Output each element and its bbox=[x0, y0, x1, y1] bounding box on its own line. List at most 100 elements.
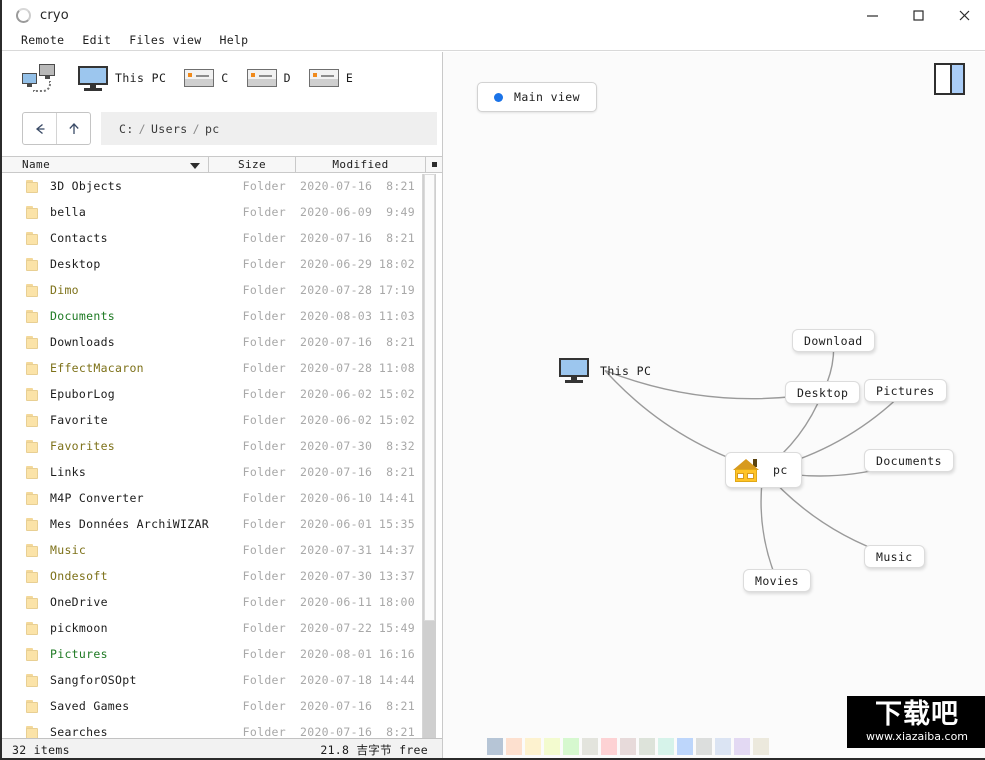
file-name-cell: Mes Données ArchiWIZARD··· bbox=[2, 517, 209, 531]
file-modified-time: 15:02 bbox=[378, 413, 415, 427]
palette-swatch-11[interactable] bbox=[677, 738, 693, 755]
table-row[interactable]: Dimo Folder 2020-07-28 17:19 bbox=[2, 277, 421, 303]
graph-node-desktop[interactable]: Desktop bbox=[785, 381, 861, 404]
file-name-label: OneDrive bbox=[50, 595, 108, 609]
file-name-label: Searches bbox=[50, 725, 108, 738]
palette-swatch-8[interactable] bbox=[620, 738, 636, 755]
menu-item-edit[interactable]: Edit bbox=[73, 31, 120, 50]
column-header-name-label: Name bbox=[22, 158, 51, 171]
table-row[interactable]: Pictures Folder 2020-08-01 16:16 bbox=[2, 641, 421, 667]
place-this-pc[interactable]: This PC bbox=[78, 65, 166, 91]
file-name-label: Documents bbox=[50, 309, 116, 323]
file-list-scrollbar-thumb[interactable] bbox=[424, 174, 435, 621]
graph-node-music[interactable]: Music bbox=[864, 545, 925, 568]
palette-swatch-6[interactable] bbox=[582, 738, 598, 755]
table-row[interactable]: 3D Objects Folder 2020-07-16 8:21 bbox=[2, 173, 421, 199]
place-drive-e[interactable]: E bbox=[308, 69, 353, 87]
palette-swatch-4[interactable] bbox=[544, 738, 560, 755]
file-modified-time: 14:44 bbox=[378, 673, 415, 687]
table-row[interactable]: Mes Données ArchiWIZARD··· Folder 2020-06-… bbox=[2, 511, 421, 537]
table-row[interactable]: OneDrive Folder 2020-06-11 18:00 bbox=[2, 589, 421, 615]
maximize-icon[interactable] bbox=[895, 0, 941, 31]
file-modified-time: 18:00 bbox=[378, 595, 415, 609]
table-row[interactable]: Downloads Folder 2020-07-16 8:21 bbox=[2, 329, 421, 355]
table-row[interactable]: Saved Games Folder 2020-07-16 8:21 bbox=[2, 693, 421, 719]
file-list[interactable]: 3D Objects Folder 2020-07-16 8:21 bella Folde… bbox=[2, 173, 421, 738]
file-size-cell: Folder bbox=[242, 569, 286, 583]
table-row[interactable]: EffectMacaron Folder 2020-07-28 11:08 bbox=[2, 355, 421, 381]
graph-node-movies[interactable]: Movies bbox=[743, 569, 811, 592]
menu-item-remote[interactable]: Remote bbox=[12, 31, 73, 50]
color-palette[interactable] bbox=[487, 738, 769, 755]
graph-pane[interactable]: Main view This PC pc Download Desktop Pi… bbox=[443, 52, 985, 760]
file-modified-cell: 2020-06-02 15:02 bbox=[296, 413, 421, 427]
main-view-chip[interactable]: Main view bbox=[477, 82, 597, 112]
table-row[interactable]: Music Folder 2020-07-31 14:37 bbox=[2, 537, 421, 563]
file-name-label: 3D Objects bbox=[50, 179, 123, 193]
place-drive-d[interactable]: D bbox=[246, 69, 291, 87]
minimize-icon[interactable] bbox=[849, 0, 895, 31]
column-header-name[interactable]: Name bbox=[2, 157, 209, 172]
breadcrumb-segment-pc[interactable]: pc bbox=[205, 122, 220, 136]
file-modified-cell: 2020-07-16 8:21 bbox=[296, 699, 421, 713]
up-button[interactable] bbox=[56, 113, 90, 144]
table-row[interactable]: bella Folder 2020-06-09 9:49 bbox=[2, 199, 421, 225]
palette-swatch-13[interactable] bbox=[715, 738, 731, 755]
file-modified-date: 2020-07-18 bbox=[300, 673, 373, 687]
file-list-scrollbar[interactable] bbox=[422, 174, 436, 760]
column-header-modified[interactable]: Modified bbox=[296, 157, 426, 172]
breadcrumb-separator: / bbox=[192, 121, 200, 136]
file-name-cell: Searches bbox=[2, 725, 209, 738]
table-row[interactable]: pickmoon Folder 2020-07-22 15:49 bbox=[2, 615, 421, 641]
table-row[interactable]: Links Folder 2020-07-16 8:21 bbox=[2, 459, 421, 485]
file-modified-time: 14:37 bbox=[378, 543, 415, 557]
place-network[interactable] bbox=[22, 64, 60, 92]
file-name-cell: 3D Objects bbox=[2, 179, 209, 193]
file-modified-date: 2020-07-22 bbox=[300, 621, 373, 635]
breadcrumb-segment-drive[interactable]: C: bbox=[119, 122, 134, 136]
table-row[interactable]: M4P Converter Folder 2020-06-10 14:41 bbox=[2, 485, 421, 511]
file-modified-cell: 2020-07-18 14:44 bbox=[296, 673, 421, 687]
file-name-cell: EffectMacaron bbox=[2, 361, 209, 375]
close-icon[interactable] bbox=[941, 0, 985, 31]
table-row[interactable]: Favorites Folder 2020-07-30 8:32 bbox=[2, 433, 421, 459]
palette-swatch-1[interactable] bbox=[487, 738, 503, 755]
graph-node-documents[interactable]: Documents bbox=[864, 449, 954, 472]
table-row[interactable]: Ondesoft Folder 2020-07-30 13:37 bbox=[2, 563, 421, 589]
graph-node-pc[interactable]: pc bbox=[725, 452, 802, 488]
split-panel-icon[interactable] bbox=[934, 63, 965, 95]
file-modified-time: 8:21 bbox=[386, 699, 415, 713]
table-row[interactable]: Contacts Folder 2020-07-16 8:21 bbox=[2, 225, 421, 251]
table-row[interactable]: Searches Folder 2020-07-16 8:21 bbox=[2, 719, 421, 738]
graph-node-download[interactable]: Download bbox=[792, 329, 875, 352]
file-size-cell: Folder bbox=[242, 673, 286, 687]
column-header-size[interactable]: Size bbox=[209, 157, 296, 172]
folder-icon bbox=[26, 647, 39, 661]
table-row[interactable]: Documents Folder 2020-08-03 11:03 bbox=[2, 303, 421, 329]
table-row[interactable]: EpuborLog Folder 2020-06-02 15:02 bbox=[2, 381, 421, 407]
table-row[interactable]: SangforOSOpt Folder 2020-07-18 14:44 bbox=[2, 667, 421, 693]
table-row[interactable]: Favorite Folder 2020-06-02 15:02 bbox=[2, 407, 421, 433]
palette-swatch-10[interactable] bbox=[658, 738, 674, 755]
file-modified-date: 2020-06-02 bbox=[300, 413, 373, 427]
graph-node-this-pc[interactable]: This PC bbox=[559, 358, 651, 383]
place-drive-c[interactable]: C bbox=[184, 69, 228, 87]
menu-item-files-view[interactable]: Files view bbox=[120, 31, 210, 50]
palette-swatch-7[interactable] bbox=[601, 738, 617, 755]
table-row[interactable]: Desktop Folder 2020-06-29 18:02 bbox=[2, 251, 421, 277]
graph-node-pictures[interactable]: Pictures bbox=[864, 379, 947, 402]
palette-swatch-3[interactable] bbox=[525, 738, 541, 755]
palette-swatch-5[interactable] bbox=[563, 738, 579, 755]
palette-swatch-2[interactable] bbox=[506, 738, 522, 755]
file-name-cell: Downloads bbox=[2, 335, 209, 349]
palette-swatch-12[interactable] bbox=[696, 738, 712, 755]
back-button[interactable] bbox=[23, 113, 56, 144]
column-options-button[interactable] bbox=[426, 157, 442, 172]
folder-icon bbox=[26, 309, 39, 323]
breadcrumb[interactable]: C: / Users / pc bbox=[101, 112, 437, 145]
palette-swatch-9[interactable] bbox=[639, 738, 655, 755]
breadcrumb-segment-users[interactable]: Users bbox=[151, 122, 188, 136]
palette-swatch-15[interactable] bbox=[753, 738, 769, 755]
menu-item-help[interactable]: Help bbox=[211, 31, 258, 50]
palette-swatch-14[interactable] bbox=[734, 738, 750, 755]
